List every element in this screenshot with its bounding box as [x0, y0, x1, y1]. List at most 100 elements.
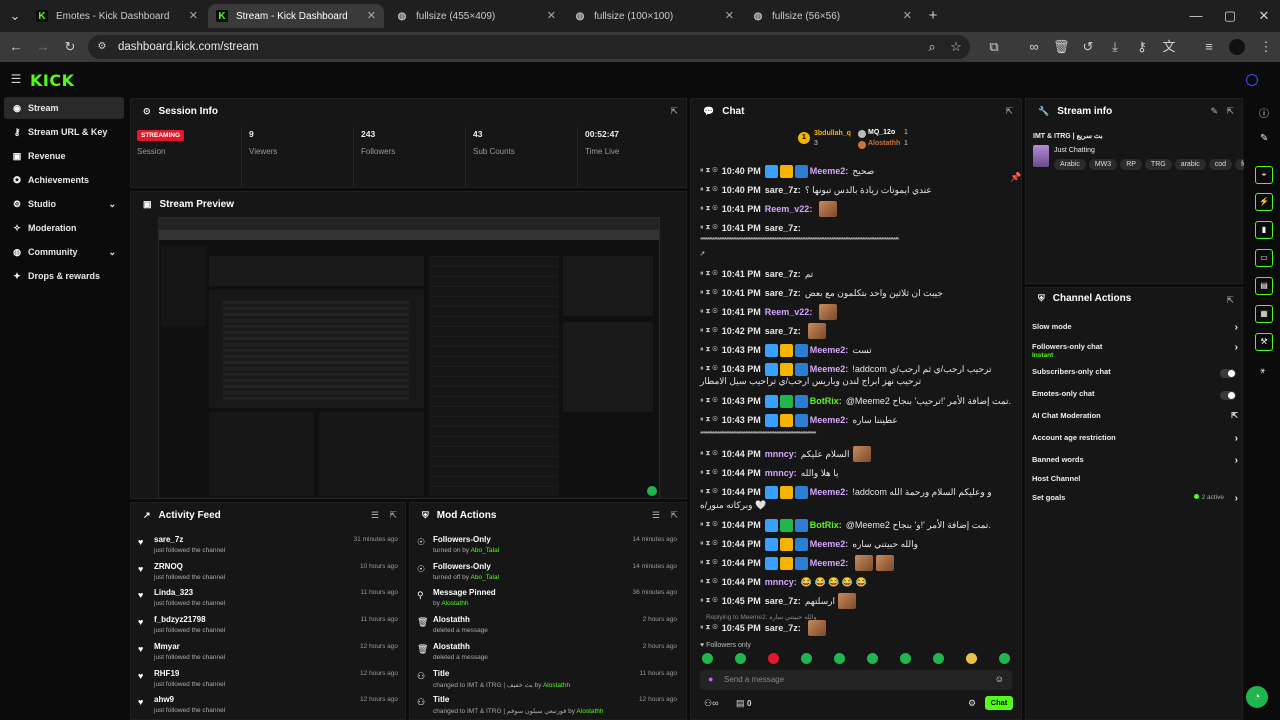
quick-emote[interactable] — [702, 653, 713, 664]
mod-action-item[interactable]: ☉ Followers-Only turned off by Abo_Talal 14… — [417, 561, 677, 587]
chat-message[interactable]: ⏸ ⧗ ⊛ 10:41 PM Reem_v22: — [700, 200, 1020, 218]
reload-icon[interactable]: ↻ — [62, 39, 78, 55]
chat-message[interactable]: ⏸ ⧗ ⊛ 10:44 PM Meeme2: — [700, 554, 1020, 572]
stream-tag[interactable]: cod — [1208, 159, 1233, 170]
quick-action-6[interactable]: ▦ — [1255, 305, 1273, 323]
sidebar-item-community[interactable]: ◍ Community ⌄ — [4, 241, 124, 263]
chat-message[interactable]: ⏸ ⧗ ⊛ 10:40 PM sare_7z: عندي ايموتات زيادة … — [700, 181, 1020, 199]
profile-avatar[interactable] — [1229, 39, 1245, 55]
menu-icon[interactable]: ⋮ — [1258, 39, 1274, 55]
activity-item[interactable]: ♥ Mmyar just followed the channel 12 hours … — [138, 641, 398, 667]
chat-message[interactable]: ⏸ ⧗ ⊛ 10:40 PM Meeme2: صحيح — [700, 162, 1020, 180]
chat-username[interactable]: Meeme2: — [810, 364, 849, 374]
sidebar-item-stream-url[interactable]: ⚷ Stream URL & Key — [4, 121, 124, 143]
close-icon[interactable]: ✕ — [725, 9, 734, 22]
activity-item[interactable]: ♥ Linda_323 just followed the channel 11 ho… — [138, 587, 398, 613]
quick-action-2[interactable]: ⚡ — [1255, 193, 1273, 211]
popout-icon[interactable]: ⇱ — [670, 510, 678, 521]
chat-input[interactable]: ● Send a message ☺ — [700, 670, 1012, 690]
channel-action-emotes-only-chat[interactable]: Emotes-only chat — [1032, 389, 1238, 409]
sidebar-item-studio[interactable]: ⚙ Studio ⌄ — [4, 193, 124, 215]
chat-username[interactable]: mnncy: — [765, 577, 797, 587]
chat-message[interactable]: ⏸ ⧗ ⊛ 10:44 PM Meeme2: والله حبيتني ساره — [700, 535, 1020, 553]
mod-action-item[interactable]: ☉ Followers-Only turned on by Abo_Talal 14 … — [417, 534, 677, 560]
quick-emote[interactable] — [900, 653, 911, 664]
activity-item[interactable]: ♥ ahw9 just followed the channel 12 hours a… — [138, 694, 398, 720]
filter-icon[interactable]: ☰ — [652, 510, 660, 521]
emoji-icon[interactable]: ☺ — [995, 674, 1004, 684]
tab-fullsize-455[interactable]: ◍ fullsize (455×409) ✕ — [388, 4, 564, 28]
quick-emote[interactable] — [768, 653, 779, 664]
trash-icon[interactable]: 🗑 — [1053, 39, 1070, 55]
sidebar-item-achievements[interactable]: ✪ Achievements — [4, 169, 124, 191]
toggle-switch[interactable] — [1220, 391, 1236, 400]
chat-message[interactable]: ⏸ ⧗ ⊛ 10:43 PM BotRix: @Meeme2 تمت إضافة ال… — [700, 392, 1020, 410]
channel-action-ai-chat-moderation[interactable]: AI Chat Moderation ⇱ — [1032, 411, 1238, 431]
popout-icon[interactable]: ⇱ — [1226, 295, 1234, 306]
tab-emotes[interactable]: K Emotes - Kick Dashboard ✕ — [28, 4, 206, 28]
stream-tag[interactable]: TRG — [1144, 159, 1172, 170]
chat-username[interactable]: Meeme2: — [810, 415, 849, 425]
channel-action-followers-only-chat[interactable]: Followers-only chat Instant › — [1032, 342, 1238, 362]
mod-action-item[interactable]: ⚇ Title changed to IMT & ITRG | بث خفيف by… — [417, 668, 677, 694]
kick-logo[interactable]: KICK — [30, 71, 75, 90]
chat-username[interactable]: Meeme2: — [810, 539, 849, 549]
key-icon[interactable]: ⚷ — [1134, 39, 1150, 55]
chat-message[interactable]: ⏸ ⧗ ⊛ 10:42 PM sare_7z: — [700, 322, 1020, 340]
channel-action-subscribers-only-chat[interactable]: Subscribers-only chat — [1032, 367, 1238, 387]
chat-message[interactable]: ⏸ ⧗ ⊛ 10:43 PM Meeme2: عطيننا ساره — [700, 411, 1020, 429]
quick-action-7[interactable]: ⚒ — [1255, 333, 1273, 351]
close-icon[interactable]: ✕ — [903, 9, 912, 22]
stream-tag[interactable]: RP — [1120, 159, 1142, 170]
chat-message[interactable]: ⏸ ⧗ ⊛ 10:44 PM mnncy: يا هلا والله — [700, 464, 1020, 482]
chat-username[interactable]: Meeme2: — [810, 487, 849, 497]
user-avatar[interactable] — [1246, 74, 1258, 86]
chat-message[interactable]: ⏸ ⧗ ⊛ 10:45 PM sare_7z: ارسلتهم — [700, 592, 1020, 610]
filter-icon[interactable]: ☰ — [371, 510, 379, 521]
tab-search-icon[interactable]: ⌄ — [7, 8, 23, 24]
toggle-switch[interactable] — [1220, 369, 1236, 378]
chat-username[interactable]: BotRix: — [810, 396, 842, 406]
activity-item[interactable]: ♥ RHF19 just followed the channel 12 hours … — [138, 668, 398, 694]
stream-tag[interactable]: Arabic — [1054, 159, 1086, 170]
quick-emote[interactable] — [966, 653, 977, 664]
channel-action-slow-mode[interactable]: Slow mode › — [1032, 322, 1238, 342]
chat-username[interactable]: mnncy: — [765, 449, 797, 459]
quick-action-3[interactable]: ▮ — [1255, 221, 1273, 239]
mod-action-item[interactable]: 🗑 Alostathh deleted a message 2 hours ago — [417, 614, 677, 640]
pencil-icon[interactable]: ✎ — [1260, 133, 1268, 144]
stream-preview-video[interactable] — [158, 217, 660, 499]
chat-message[interactable]: ⏸ ⧗ ⊛ 10:41 PM sare_7z: — [700, 219, 1020, 237]
close-icon[interactable]: ✕ — [189, 9, 198, 22]
mic-icon[interactable]: ● — [708, 674, 713, 684]
maximize-icon[interactable]: ▢ — [1222, 8, 1238, 24]
tab-fullsize-100[interactable]: ◍ fullsize (100×100) ✕ — [566, 4, 742, 28]
chat-message[interactable]: ⏸ ⧗ ⊛ 10:45 PM sare_7z: — [700, 619, 1020, 637]
activity-item[interactable]: ♥ f_bdzyz21798 just followed the channel 11… — [138, 614, 398, 640]
channel-action-banned-words[interactable]: Banned words › — [1032, 455, 1238, 475]
stream-tag[interactable]: arabic — [1174, 159, 1206, 170]
back-icon[interactable]: ← — [8, 39, 24, 55]
extensions-icon[interactable]: ⧉ — [986, 39, 1002, 55]
chat-username[interactable]: Reem_v22: — [765, 204, 813, 214]
quick-emote[interactable] — [834, 653, 845, 664]
bookmark-star-icon[interactable]: ☆ — [948, 39, 964, 55]
chat-username[interactable]: sare_7z: — [765, 269, 801, 279]
chat-message[interactable]: ⏸ ⧗ ⊛ 10:44 PM Meeme2: !addcom و وعليكم الس… — [700, 483, 1020, 501]
chat-username[interactable]: sare_7z: — [765, 623, 801, 633]
chat-username[interactable]: Meeme2: — [810, 345, 849, 355]
sidebar-item-drops[interactable]: ✦ Drops & rewards — [4, 265, 124, 287]
users-icon[interactable]: ⚇∞ — [704, 698, 718, 709]
sidebar-item-stream[interactable]: ◉ Stream — [4, 97, 124, 119]
channel-action-account-age-restriction[interactable]: Account age restriction › — [1032, 433, 1238, 453]
mod-action-item[interactable]: ⚲ Message Pinned by Alostathh 36 minutes ag… — [417, 587, 677, 613]
activity-item[interactable]: ♥ ZRNOQ just followed the channel 10 hours … — [138, 561, 398, 587]
chat-message[interactable]: ⏸ ⧗ ⊛ 10:41 PM Reem_v22: — [700, 303, 1020, 321]
close-icon[interactable]: ✕ — [547, 9, 556, 22]
chat-username[interactable]: sare_7z: — [765, 326, 801, 336]
chat-message[interactable]: ⏸ ⧗ ⊛ 10:41 PM sare_7z: تم — [700, 265, 1020, 283]
chat-username[interactable]: sare_7z: — [765, 288, 801, 298]
download-icon[interactable]: ⤓ — [1107, 39, 1123, 55]
sidebar-item-moderation[interactable]: ✧ Moderation — [4, 217, 124, 239]
channel-action-set-goals[interactable]: Set goals 2 active › — [1032, 493, 1238, 513]
